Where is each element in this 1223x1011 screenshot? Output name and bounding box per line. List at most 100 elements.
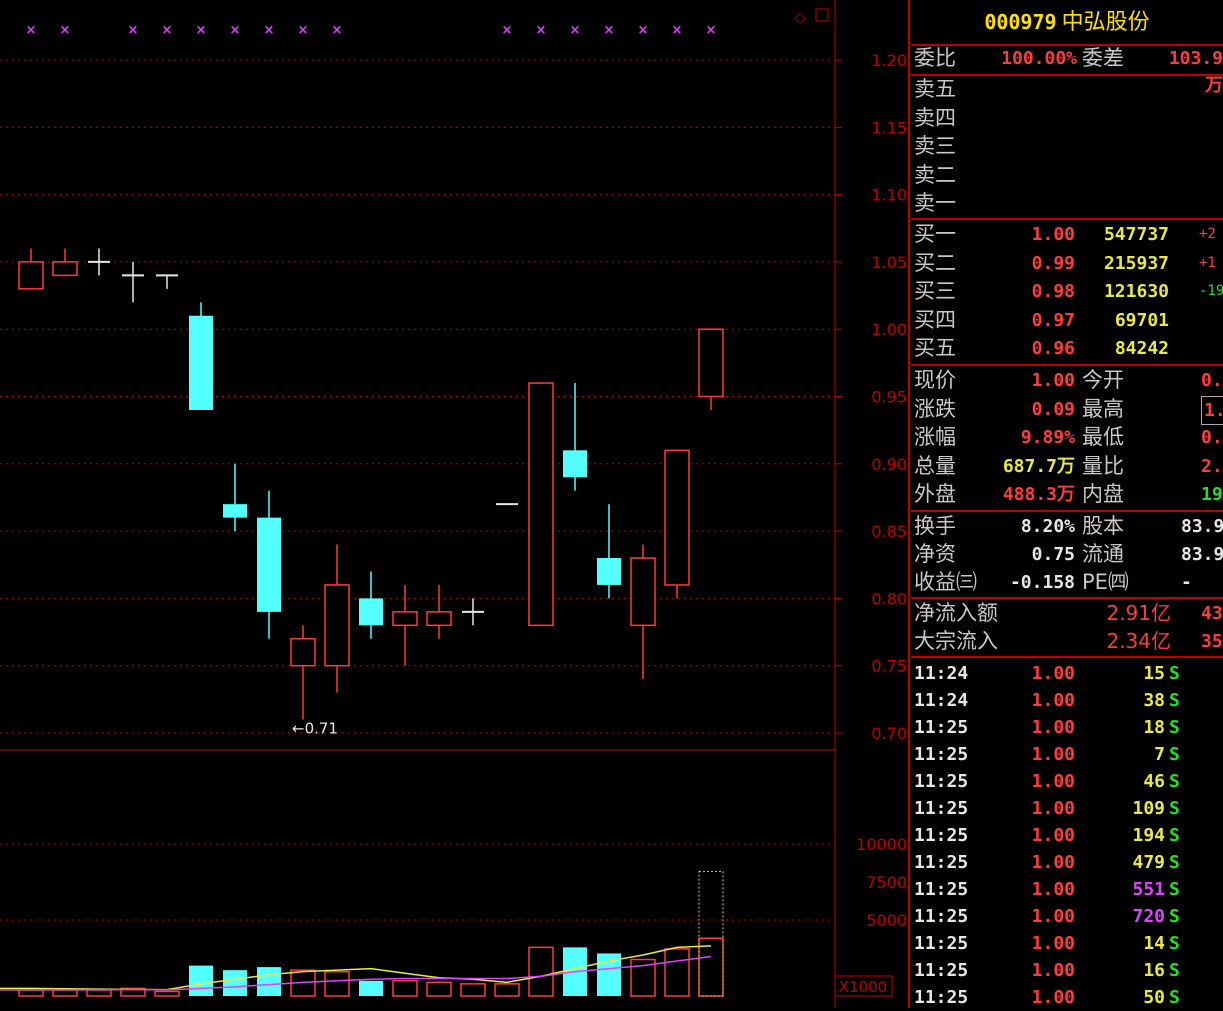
volume-bar[interactable]	[359, 980, 383, 996]
buy-row[interactable]: 买一 1.00 547737 +2	[911, 221, 1223, 248]
flow-value-2: 35	[1201, 631, 1223, 652]
tick-time: 11:25	[914, 771, 969, 792]
tick-price: 1.00	[1031, 717, 1075, 738]
tick-row[interactable]: 11:25 1.00 720 S	[911, 903, 1223, 930]
volume-bar[interactable]	[52, 989, 78, 997]
tick-volume: 720	[1132, 906, 1165, 927]
buy-row[interactable]: 买二 0.99 215937 +1	[911, 250, 1223, 277]
sell-row[interactable]: 卖四	[911, 105, 1223, 132]
volume-bar[interactable]	[86, 989, 112, 997]
volume-bar[interactable]	[392, 980, 418, 997]
sell-label: 卖三	[914, 134, 956, 158]
volume-bar[interactable]	[324, 970, 350, 997]
candle[interactable]	[223, 463, 247, 532]
tick-row[interactable]: 11:24 1.00 38 S	[911, 687, 1223, 714]
stat-row: 现价 1.00 今开 0.9	[911, 367, 1223, 394]
stat-value: 83.9	[1181, 516, 1223, 537]
candle[interactable]	[563, 383, 587, 491]
buy-row[interactable]: 买三 0.98 121630 -19	[911, 278, 1223, 305]
price-tick-label: 0.95	[871, 388, 907, 407]
weibi-row: 委比 100.00% 委差 103.9万	[911, 45, 1223, 96]
buy-volume: 215937	[1103, 252, 1169, 274]
tick-row[interactable]: 11:25 1.00 18 S	[911, 714, 1223, 741]
candle[interactable]	[52, 248, 78, 277]
candle[interactable]	[597, 504, 621, 599]
stat-row: 总量 687.7万量比 2.0	[911, 453, 1223, 480]
sell-row[interactable]: 卖五	[911, 76, 1223, 103]
tick-row[interactable]: 11:25 1.00 109 S	[911, 795, 1223, 822]
tick-row[interactable]: 11:25 1.00 479 S	[911, 849, 1223, 876]
buy-label: 买五	[914, 336, 956, 360]
price-tick-label: 0.90	[871, 455, 907, 474]
candle[interactable]	[359, 571, 383, 639]
stat-row: 外盘488.3万内盘199.4万	[911, 481, 1223, 508]
buy-price: 0.97	[1031, 309, 1075, 331]
candle[interactable]	[664, 449, 690, 599]
candle[interactable]	[88, 248, 110, 276]
buy-volume: 84242	[1114, 338, 1169, 359]
flow-value-2: 43	[1201, 603, 1223, 624]
tick-row[interactable]: 11:25 1.00 46 S	[911, 768, 1223, 795]
volume-bar[interactable]	[18, 989, 44, 997]
candle[interactable]	[18, 248, 44, 290]
tick-price: 1.00	[1031, 852, 1075, 873]
tick-volume: 194	[1132, 825, 1165, 846]
stat-label: 总量	[914, 453, 956, 478]
stat-label: 净资	[914, 542, 956, 566]
tick-row[interactable]: 11:25 1.00 16 S	[911, 957, 1223, 984]
candle[interactable]	[630, 544, 656, 680]
signal-marker: ×	[196, 23, 207, 38]
candle[interactable]	[156, 274, 178, 289]
candle[interactable]	[324, 544, 350, 693]
volume-bar[interactable]	[664, 948, 690, 997]
signal-marker: ×	[298, 23, 309, 38]
tick-row[interactable]: 11:24 1.00 15 S	[911, 660, 1223, 687]
tick-row[interactable]: 11:25 1.00 50 S	[911, 984, 1223, 1011]
stat-value: -0.158	[1009, 572, 1075, 593]
kline-chart[interactable]: 1.20 1.15 1.10 1.05 1.00 0.95 0.90 0.85 0.80 0.75…	[0, 0, 911, 1008]
candle[interactable]	[528, 382, 554, 627]
price-tick-label: 1.15	[871, 118, 907, 137]
candle[interactable]	[122, 261, 144, 303]
volume-bar[interactable]	[223, 970, 247, 996]
volume-bar[interactable]	[154, 990, 180, 997]
tick-side: S	[1169, 744, 1180, 765]
stat-value: 9.89%	[1020, 427, 1075, 448]
sell-row[interactable]: 卖三	[911, 133, 1223, 160]
diamond-icon[interactable]: ◇	[795, 10, 806, 26]
volume-bar[interactable]	[494, 983, 520, 997]
candle[interactable]	[189, 302, 213, 410]
buy-row[interactable]: 买四 0.97 69701	[911, 307, 1223, 334]
candle[interactable]	[257, 490, 281, 639]
tick-side: S	[1169, 933, 1180, 954]
tick-row[interactable]: 11:25 1.00 14 S	[911, 930, 1223, 957]
candle-body	[290, 638, 316, 667]
sell-row[interactable]: 卖二	[911, 162, 1223, 189]
candle[interactable]	[698, 328, 724, 410]
tick-row[interactable]: 11:25 1.00 194 S	[911, 822, 1223, 849]
buy-change: -19	[1199, 283, 1223, 299]
volume-bar[interactable]	[189, 965, 213, 996]
tick-time: 11:25	[914, 852, 969, 873]
volume-bar[interactable]	[426, 981, 452, 997]
sell-row[interactable]: 卖一	[911, 190, 1223, 217]
volume-bar[interactable]	[257, 967, 281, 996]
stat-row: 涨跌 0.09 最高 1.0	[911, 395, 1223, 425]
candle[interactable]	[426, 584, 452, 639]
volume-bar[interactable]	[528, 946, 554, 997]
tick-row[interactable]: 11:25 1.00 7 S	[911, 741, 1223, 768]
candle[interactable]	[290, 625, 316, 720]
volume-bar[interactable]	[460, 983, 486, 997]
window-icon[interactable]	[815, 8, 829, 22]
candle[interactable]	[462, 598, 484, 626]
stat-label: 内盘	[1082, 482, 1124, 506]
flow-label: 净流入额	[914, 601, 998, 625]
candle[interactable]	[392, 584, 418, 666]
flow-row: 大宗流入 2.34亿 35	[911, 628, 1223, 655]
buy-row[interactable]: 买五 0.96 84242	[911, 335, 1223, 362]
tick-row[interactable]: 11:25 1.00 551 S	[911, 876, 1223, 903]
tick-time: 11:24	[914, 690, 969, 711]
buy-label: 买二	[914, 250, 956, 275]
buy-price: 0.96	[1031, 338, 1075, 359]
stock-title[interactable]: 000979 中弘股份	[911, 0, 1223, 44]
